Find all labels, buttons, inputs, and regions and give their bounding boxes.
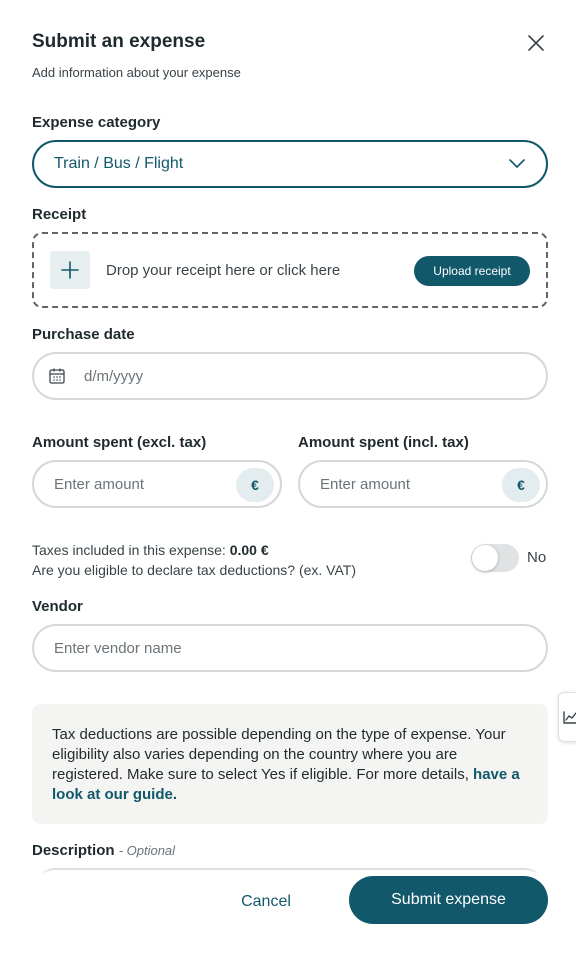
tax-eligibility-question: Are you eligible to declare tax deductio…: [32, 562, 356, 578]
description-label: Description - Optional: [32, 842, 175, 859]
cancel-button[interactable]: Cancel: [224, 882, 308, 922]
tax-info-box: Tax deductions are possible depending on…: [32, 704, 548, 824]
purchase-date-label: Purchase date: [32, 326, 135, 343]
modal-title: Submit an expense: [32, 31, 206, 52]
info-text: Tax deductions are possible depending on…: [52, 726, 506, 783]
euro-currency-badge: €: [502, 468, 540, 502]
category-value: Train / Bus / Flight: [54, 155, 184, 172]
taxes-included-text: Taxes included in this expense: 0.00 €: [32, 542, 269, 558]
vendor-label: Vendor: [32, 598, 83, 615]
amount-excl-input[interactable]: Enter amount €: [32, 460, 282, 508]
amount-excl-label: Amount spent (excl. tax): [32, 434, 207, 451]
chart-trend-icon: [563, 711, 576, 724]
amount-excl-placeholder: Enter amount: [54, 475, 145, 493]
side-widget-tab[interactable]: [558, 692, 576, 742]
submit-expense-button[interactable]: Submit expense: [349, 876, 548, 924]
vendor-placeholder: Enter vendor name: [54, 639, 182, 657]
expense-modal: Submit an expense Add information about …: [0, 0, 576, 958]
chevron-down-icon: [509, 159, 525, 168]
amount-incl-label: Amount spent (incl. tax): [298, 434, 469, 451]
euro-currency-badge: €: [236, 468, 274, 502]
dropzone-text: Drop your receipt here or click here: [106, 262, 341, 279]
expense-category-select[interactable]: Train / Bus / Flight: [32, 140, 548, 188]
calendar-icon: [49, 368, 65, 384]
optional-tag: - Optional: [118, 843, 176, 858]
receipt-label: Receipt: [32, 206, 87, 223]
amount-incl-placeholder: Enter amount: [320, 475, 411, 493]
upload-receipt-button[interactable]: Upload receipt: [414, 256, 530, 286]
purchase-date-placeholder: d/m/yyyy: [84, 367, 144, 385]
description-label-text: Description: [32, 842, 115, 859]
category-label: Expense category: [32, 114, 161, 131]
taxes-included-prefix: Taxes included in this expense:: [32, 542, 230, 558]
toggle-knob: [472, 545, 498, 571]
amount-incl-input[interactable]: Enter amount €: [298, 460, 548, 508]
tax-deduction-toggle[interactable]: [471, 544, 519, 572]
receipt-dropzone[interactable]: Drop your receipt here or click here Upl…: [32, 232, 548, 308]
modal-subtitle: Add information about your expense: [32, 65, 241, 80]
close-icon: [528, 35, 544, 51]
close-button[interactable]: [524, 31, 548, 55]
toggle-state-label: No: [527, 549, 547, 566]
add-receipt-button[interactable]: [50, 251, 90, 289]
plus-icon: [61, 261, 79, 279]
taxes-included-amount: 0.00 €: [229, 542, 269, 558]
purchase-date-input[interactable]: d/m/yyyy: [32, 352, 548, 400]
vendor-input[interactable]: Enter vendor name: [32, 624, 548, 672]
